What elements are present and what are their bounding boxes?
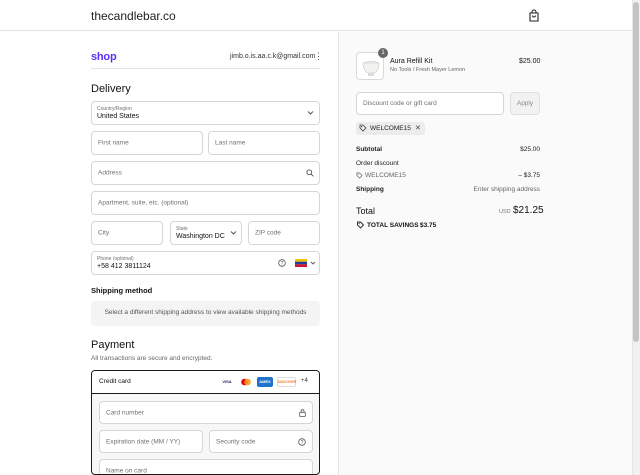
shipping-method-heading: Shipping method [91, 286, 153, 295]
applied-discount-tag: WELCOME15 ✕ [356, 122, 425, 135]
discover-card-icon: DISCOVER [277, 377, 296, 387]
country-select[interactable]: Country/Region United States [91, 101, 320, 125]
last-name-input[interactable]: Last name [208, 131, 320, 155]
discount-code-input[interactable]: Discount code or gift card [356, 92, 504, 115]
expiration-placeholder: Expiration date (MM / YY) [106, 438, 181, 445]
shipping-method-message: Select a different shipping address to v… [104, 309, 307, 316]
last-name-placeholder: Last name [215, 139, 246, 147]
account-email: jimb.o.is.aa.c.k@gmail.com [230, 53, 316, 60]
total-value: $21.25 [513, 205, 544, 216]
amex-card-icon: AMEX [257, 377, 273, 387]
product-price: $25.00 [519, 58, 541, 65]
credit-card-label: Credit card [99, 378, 131, 385]
country-value: United States [97, 113, 140, 120]
venezuela-flag-icon[interactable] [295, 259, 307, 267]
store-logo[interactable]: thecandlebar.co [91, 9, 176, 23]
credit-card-option[interactable]: Credit card VISA MC AMEX DISCOVER +4 [92, 371, 319, 394]
card-number-placeholder: Card number [106, 409, 144, 416]
payment-heading: Payment [91, 339, 135, 351]
subtotal-value: $25.00 [520, 146, 540, 153]
account-menu-icon[interactable]: ⋮ [314, 51, 323, 62]
shop-pay-logo: shop [91, 51, 117, 63]
security-code-placeholder: Security code [216, 438, 256, 445]
lock-icon [299, 408, 306, 417]
discount-code-label: WELCOME15 [365, 172, 406, 179]
first-name-placeholder: First name [98, 139, 129, 147]
visa-card-icon: VISA [219, 377, 235, 387]
shipping-method-notice: Select a different shipping address to v… [91, 301, 320, 326]
search-icon [306, 169, 314, 177]
shopping-bag-icon[interactable] [528, 9, 540, 22]
apartment-placeholder: Apartment, suite, etc. (optional) [98, 199, 189, 207]
name-on-card-input[interactable]: Name on card [99, 459, 313, 474]
phone-input[interactable]: Phone (optional) +58 412 3811124 ? [91, 251, 320, 275]
discount-value: – $3.75 [518, 172, 540, 179]
help-icon[interactable]: ? [298, 437, 306, 446]
divider [91, 68, 320, 69]
address-input[interactable]: Address [91, 161, 320, 185]
savings-tag-icon [357, 221, 365, 229]
shipping-label: Shipping [356, 186, 384, 193]
delivery-heading: Delivery [91, 83, 131, 95]
svg-text:?: ? [301, 439, 304, 445]
card-number-input[interactable]: Card number [99, 401, 313, 424]
address-placeholder: Address [98, 169, 122, 177]
more-cards-count[interactable]: +4 [301, 378, 308, 384]
chevron-down-icon [230, 231, 237, 235]
country-label: Country/Region [97, 106, 132, 112]
shipping-value: Enter shipping address [473, 186, 541, 193]
security-code-input[interactable]: Security code ? [209, 430, 313, 453]
state-select[interactable]: State Washington DC [170, 221, 242, 245]
discount-placeholder: Discount code or gift card [363, 100, 437, 107]
page-scrollbar-thumb[interactable] [633, 2, 639, 342]
site-header: thecandlebar.co [0, 0, 640, 31]
subtotal-label: Subtotal [356, 146, 382, 153]
zip-placeholder: ZIP code [255, 229, 281, 237]
tag-icon [359, 124, 367, 132]
applied-discount-code: WELCOME15 [370, 125, 411, 132]
total-currency: USD [499, 209, 511, 215]
expiration-date-input[interactable]: Expiration date (MM / YY) [99, 430, 203, 453]
total-savings-value: $3.75 [420, 222, 437, 229]
zip-input[interactable]: ZIP code [248, 221, 320, 245]
phone-label: Phone (optional) [97, 256, 134, 262]
help-icon[interactable]: ? [278, 259, 286, 267]
mastercard-icon: MC [238, 377, 254, 387]
tag-icon [356, 172, 363, 179]
apartment-input[interactable]: Apartment, suite, etc. (optional) [91, 191, 320, 215]
name-on-card-placeholder: Name on card [106, 467, 147, 474]
first-name-input[interactable]: First name [91, 131, 203, 155]
product-name: Aura Refill Kit [390, 58, 433, 65]
city-input[interactable]: City [91, 221, 163, 245]
order-discount-label: Order discount [356, 160, 399, 167]
chevron-down-icon [307, 111, 314, 115]
total-label: Total [356, 206, 376, 216]
svg-text:?: ? [281, 261, 284, 267]
quantity-badge: 1 [378, 48, 388, 58]
total-savings-label: TOTAL SAVINGS [367, 222, 419, 229]
payment-subtitle: All transactions are secure and encrypte… [91, 355, 213, 362]
state-label: State [176, 226, 188, 232]
chevron-down-icon [310, 261, 316, 265]
state-value: Washington DC [176, 233, 225, 240]
phone-value: +58 412 3811124 [97, 263, 151, 270]
apply-discount-button[interactable]: Apply [510, 92, 540, 115]
city-placeholder: City [98, 229, 110, 237]
product-variant: No Tools / Fresh Mayer Lemon [390, 67, 466, 73]
remove-discount-icon[interactable]: ✕ [415, 124, 421, 132]
credit-card-panel: Credit card VISA MC AMEX DISCOVER +4 Car… [91, 370, 320, 475]
